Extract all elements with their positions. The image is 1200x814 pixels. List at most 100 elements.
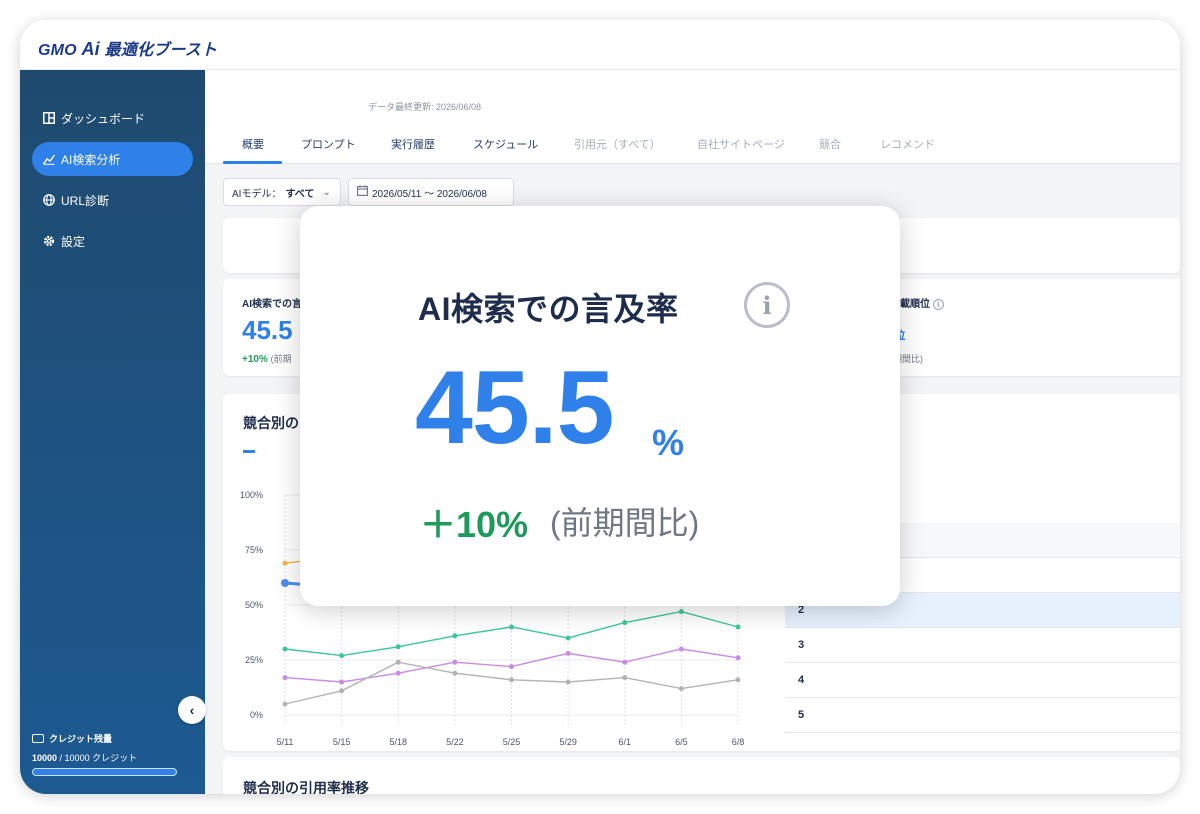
tab-prompts[interactable]: プロンプト xyxy=(301,136,356,152)
date-range-value: 2026/05/11 〜 2026/06/08 xyxy=(372,188,487,200)
data-point xyxy=(678,609,684,615)
active-tab-indicator xyxy=(223,161,282,164)
kpi-delta-note: (前期 xyxy=(270,354,292,364)
data-point xyxy=(565,650,571,656)
credit-remaining: 10000 xyxy=(32,753,58,763)
app-logo[interactable]: GMO Ai 最適化ブースト xyxy=(38,36,217,60)
globe-icon xyxy=(43,194,55,206)
credit-separator: / xyxy=(57,753,65,763)
data-point xyxy=(452,670,458,676)
logo-gmo: GMO xyxy=(38,42,77,59)
tab-schedule[interactable]: スケジュール xyxy=(473,136,538,152)
data-point xyxy=(339,679,345,685)
x-tick-label: 5/18 xyxy=(389,737,407,747)
data-point xyxy=(395,659,401,665)
data-point xyxy=(735,655,741,661)
calendar-icon xyxy=(357,185,368,199)
data-point xyxy=(622,659,628,665)
y-tick-label: 100% xyxy=(240,490,263,500)
x-tick-label: 6/5 xyxy=(675,737,688,747)
logo-ai: Ai xyxy=(81,39,100,59)
x-tick-label: 5/11 xyxy=(277,737,294,747)
tab-citations[interactable]: 引用元（すべて） xyxy=(574,136,661,152)
page-header: データ最終更新: 2026/06/08 概要 プロンプト 実行履歴 スケジュール… xyxy=(205,70,1180,164)
credit-card-icon xyxy=(32,734,44,743)
data-point xyxy=(339,653,345,659)
data-point xyxy=(735,677,741,683)
sidebar-item-label: 設定 xyxy=(61,234,86,249)
x-tick-label: 6/8 xyxy=(732,737,745,747)
data-point xyxy=(282,675,288,681)
logo-text: 最適化ブースト xyxy=(104,42,218,59)
tab-own-pages[interactable]: 自社サイトページ xyxy=(697,136,785,152)
data-point xyxy=(282,701,288,707)
data-point xyxy=(622,620,628,626)
data-point xyxy=(452,633,458,639)
section-underline xyxy=(243,450,255,453)
data-point xyxy=(735,624,741,630)
tab-competitors[interactable]: 競合 xyxy=(819,136,841,152)
dashboard-icon xyxy=(43,112,55,124)
tab-recommend[interactable]: レコメンド xyxy=(880,136,935,152)
data-point xyxy=(509,677,514,683)
data-point xyxy=(565,635,571,641)
section-title: 競合別の引用率推移 xyxy=(243,780,369,794)
kpi-title: AI検索での言 xyxy=(242,299,302,310)
data-point xyxy=(282,646,288,652)
table-row[interactable]: 3 xyxy=(785,628,1180,663)
credit-progress-bar xyxy=(32,768,177,776)
y-tick-label: 75% xyxy=(245,545,263,555)
data-point xyxy=(509,664,514,670)
credit-amount: 10000 / 10000 クレジット xyxy=(32,751,177,764)
sidebar: ダッシュボード AI検索分析 URL診断 設定 クレジット残量 10000 / … xyxy=(20,70,205,794)
tab-history[interactable]: 実行履歴 xyxy=(391,136,435,152)
data-point xyxy=(678,686,684,692)
table-row[interactable]: 5 xyxy=(785,698,1180,733)
credit-title: クレジット残量 xyxy=(32,732,177,745)
data-point xyxy=(281,579,289,587)
kpi-zoom-callout: AI検索での言及率 i 45.5 % ＋10% (前期間比) xyxy=(300,206,900,606)
sidebar-item-label: URL診断 xyxy=(61,193,110,208)
gear-icon xyxy=(43,235,55,247)
series-line xyxy=(284,610,739,657)
x-tick-label: 5/22 xyxy=(446,737,464,747)
top-bar: GMO Ai 最適化ブースト xyxy=(20,20,1180,70)
data-point xyxy=(282,560,288,566)
sidebar-item-url-diagnosis[interactable]: URL診断 xyxy=(32,183,193,217)
chart-icon xyxy=(43,153,55,165)
x-tick-label: 5/29 xyxy=(559,737,577,747)
data-point xyxy=(509,624,514,630)
chevron-left-icon: ‹ xyxy=(189,702,195,718)
x-tick-label: 5/15 xyxy=(333,737,351,747)
data-point xyxy=(395,670,401,676)
y-tick-label: 0% xyxy=(250,710,263,720)
callout-unit: % xyxy=(652,422,685,463)
data-point xyxy=(339,688,345,694)
callout-delta-note: (前期間比) xyxy=(550,505,700,541)
data-point xyxy=(622,675,628,681)
y-tick-label: 25% xyxy=(245,655,263,665)
model-filter-value: すべて xyxy=(285,188,315,200)
sidebar-item-ai-search[interactable]: AI検索分析 xyxy=(32,142,193,176)
sidebar-item-label: AI検索分析 xyxy=(61,152,121,167)
tab-overview[interactable]: 概要 xyxy=(242,136,264,152)
collapse-sidebar-button[interactable]: ‹ xyxy=(178,696,206,724)
data-point xyxy=(565,679,571,685)
credit-title-label: クレジット残量 xyxy=(49,734,113,744)
info-icon[interactable]: i xyxy=(744,282,790,328)
credit-total: 10000 クレジット xyxy=(64,753,138,763)
info-icon[interactable]: i xyxy=(932,299,944,310)
kpi-delta: +10% (前期 xyxy=(242,352,292,365)
sidebar-item-settings[interactable]: 設定 xyxy=(32,224,193,258)
callout-delta: ＋10% xyxy=(420,504,529,545)
date-range-filter[interactable]: 2026/05/11 〜 2026/06/08 xyxy=(348,178,514,206)
chevron-down-icon: ⌄ xyxy=(322,186,331,198)
y-tick-label: 50% xyxy=(245,600,263,610)
section-title: 競合別の xyxy=(243,415,299,431)
data-point xyxy=(452,659,458,665)
sidebar-item-label: ダッシュボード xyxy=(61,111,146,126)
sidebar-item-dashboard[interactable]: ダッシュボード xyxy=(32,101,193,135)
table-row[interactable]: 4 xyxy=(785,663,1180,698)
model-filter[interactable]: AIモデル： すべて ⌄ xyxy=(223,178,341,206)
model-filter-label: AIモデル： xyxy=(232,188,282,200)
